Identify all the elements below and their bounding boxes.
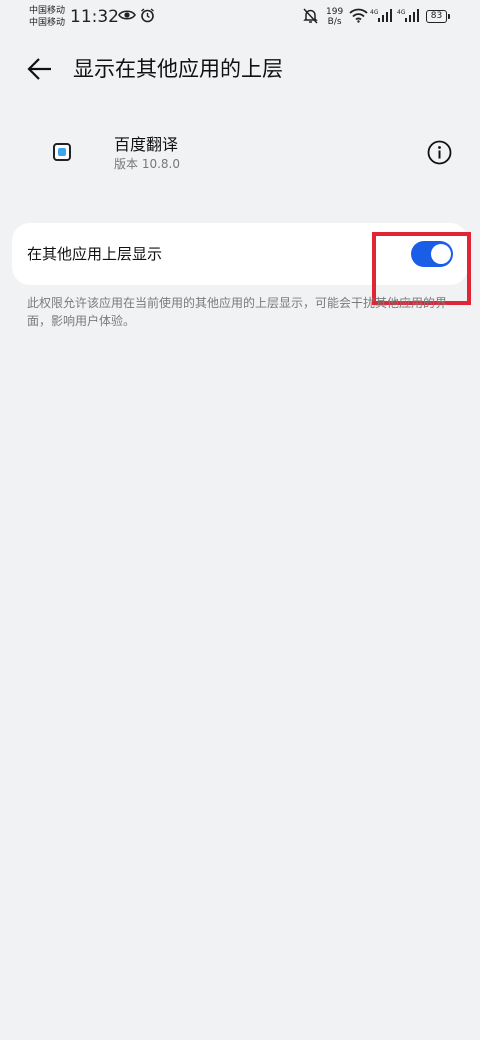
eye-icon: [118, 10, 136, 20]
app-bar: 显示在其他应用的上层: [0, 44, 480, 94]
app-name: 百度翻译: [114, 135, 179, 154]
toggle-knob: [431, 244, 451, 264]
net-speed-unit: B/s: [327, 17, 342, 27]
carrier-info: 中国移动 中国移动: [29, 5, 65, 29]
info-icon[interactable]: [427, 140, 452, 165]
signal-icon: [405, 9, 419, 22]
overlay-permission-card: 在其他应用上层显示: [12, 223, 468, 285]
carrier-1: 中国移动: [29, 6, 66, 16]
baidu-translate-icon: [53, 143, 71, 161]
wifi-icon: [349, 8, 368, 23]
alarm-icon: [141, 8, 154, 23]
app-info-row: 百度翻译 版本 10.8.0: [0, 130, 480, 180]
mute-bell-icon: [303, 8, 318, 24]
net-speed: 199 B/s: [326, 7, 343, 27]
battery-icon: 83: [426, 10, 450, 23]
signal-icon: [378, 9, 392, 22]
clock: 11:32: [70, 7, 119, 27]
status-bar: 中国移动 中国移动 11:32 199 B/s 4G 4G 83: [0, 0, 480, 36]
carrier-2: 中国移动: [29, 18, 66, 28]
back-arrow-icon[interactable]: [24, 54, 56, 84]
app-version: 版本 10.8.0: [114, 157, 180, 171]
overlay-permission-label: 在其他应用上层显示: [27, 245, 163, 263]
page-title: 显示在其他应用的上层: [73, 57, 283, 81]
net-speed-value: 199: [326, 7, 344, 17]
overlay-permission-toggle[interactable]: [411, 241, 453, 267]
permission-description: 此权限允许该应用在当前使用的其他应用的上层显示，可能会干扰其他应用的界面，影响用…: [27, 296, 448, 328]
